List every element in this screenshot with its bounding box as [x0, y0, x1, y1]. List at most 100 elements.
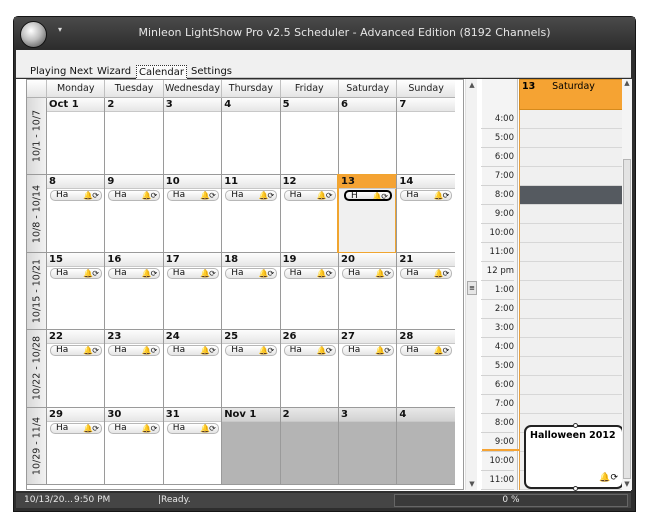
day-cell[interactable]: 3	[338, 407, 397, 485]
scroll-up-icon[interactable]: ▲	[466, 79, 478, 91]
time-slot[interactable]	[520, 262, 627, 281]
day-cell[interactable]: 30 Ha 🔔⟳	[104, 407, 163, 485]
tab-settings[interactable]: Settings	[189, 65, 234, 80]
appointment-halloween[interactable]: Ha 🔔⟳	[50, 190, 102, 202]
event-halloween-2012[interactable]: Halloween 2012 🔔⟳	[524, 423, 624, 491]
time-slot[interactable]	[520, 243, 627, 262]
day-cell[interactable]: 22 Ha 🔔⟳	[46, 330, 105, 408]
appointment-halloween[interactable]: Ha 🔔⟳	[50, 267, 102, 279]
day-cell[interactable]: 6	[338, 98, 397, 176]
day-cell[interactable]: 2	[279, 407, 338, 485]
day-cell[interactable]: 2	[104, 98, 163, 176]
time-slot[interactable]	[520, 148, 627, 167]
appointment-halloween[interactable]: Ha 🔔⟳	[166, 267, 219, 279]
time-slot[interactable]	[520, 167, 627, 186]
week-label[interactable]: 10/29 - 11/4	[27, 407, 46, 485]
scroll-thumb[interactable]	[623, 159, 631, 479]
appointment-halloween[interactable]: Ha 🔔⟳	[166, 345, 219, 357]
day-cell[interactable]: 23 Ha 🔔⟳	[104, 330, 163, 408]
week-label[interactable]: 10/22 - 10/28	[27, 330, 46, 408]
day-cell[interactable]: 16 Ha 🔔⟳	[104, 252, 163, 331]
scroll-down-icon[interactable]: ▼	[622, 480, 632, 490]
day-cell[interactable]: 27 Ha 🔔⟳	[338, 330, 397, 408]
time-slot[interactable]	[520, 338, 627, 357]
scroll-down-icon[interactable]: ▼	[466, 478, 478, 490]
day-cell[interactable]: 11 Ha 🔔⟳	[221, 175, 280, 253]
day-cell[interactable]: 15 Ha 🔔⟳	[46, 252, 105, 331]
appointment-halloween[interactable]: Ha 🔔⟳	[283, 190, 336, 202]
appointment-halloween[interactable]: Ha 🔔⟳	[342, 267, 394, 279]
day-cell[interactable]: 14 Ha 🔔⟳	[396, 175, 455, 253]
day-cell[interactable]: 19 Ha 🔔⟳	[279, 252, 338, 331]
day-cell[interactable]: 17 Ha 🔔⟳	[162, 252, 222, 331]
day-cell[interactable]: 24 Ha 🔔⟳	[162, 330, 222, 408]
time-slot[interactable]	[520, 281, 627, 300]
appointment-halloween[interactable]: Ha 🔔⟳	[400, 190, 453, 202]
appointment-halloween[interactable]: Ha 🔔⟳	[108, 345, 161, 357]
day-cell[interactable]: 26 Ha 🔔⟳	[279, 330, 338, 408]
appointment-halloween[interactable]: Ha 🔔⟳	[166, 422, 219, 434]
time-slot[interactable]	[520, 395, 627, 414]
time-slot[interactable]	[520, 357, 627, 376]
appointment-halloween[interactable]: Ha 🔔⟳	[50, 422, 102, 434]
resize-handle-top[interactable]	[573, 423, 578, 428]
day-cell[interactable]: 4	[221, 98, 280, 176]
appointment-halloween[interactable]: Ha 🔔⟳	[283, 345, 336, 357]
day-cell[interactable]: 8 Ha 🔔⟳	[46, 175, 105, 253]
appointment-halloween[interactable]: Ha 🔔⟳	[342, 345, 394, 357]
time-slot[interactable]	[520, 110, 627, 129]
day-cell[interactable]: 12 Ha 🔔⟳	[279, 175, 338, 253]
appointment-halloween[interactable]: Ha 🔔⟳	[225, 345, 278, 357]
week-range-text: 10/8 - 10/14	[31, 184, 42, 243]
week-label[interactable]: 10/8 - 10/14	[27, 175, 46, 253]
day-cell[interactable]: 3	[162, 98, 222, 176]
day-number: 10	[163, 175, 222, 190]
day-cell[interactable]: 18 Ha 🔔⟳	[221, 252, 280, 331]
day-cell[interactable]: 10 Ha 🔔⟳	[162, 175, 222, 253]
time-slot[interactable]	[520, 300, 627, 319]
day-cell[interactable]: 5	[279, 98, 338, 176]
resize-handle-bottom[interactable]	[573, 486, 578, 491]
tab-calendar[interactable]: Calendar	[136, 65, 187, 80]
day-cell[interactable]: 20 Ha 🔔⟳	[338, 252, 397, 331]
appointment-halloween[interactable]: Ha 🔔⟳	[166, 190, 219, 202]
week-label[interactable]: 10/15 - 10/21	[27, 252, 46, 331]
day-cell[interactable]: 7	[396, 98, 455, 176]
week-label[interactable]: 10/1 - 10/7	[27, 98, 46, 176]
day-number: 7	[397, 98, 455, 112]
time-slot[interactable]	[520, 224, 627, 243]
tab-playing-next[interactable]: Playing Next	[28, 65, 95, 80]
time-slot[interactable]	[520, 129, 627, 148]
time-slot[interactable]	[520, 376, 627, 395]
time-slot[interactable]	[520, 319, 627, 338]
appointment-halloween[interactable]: Ha 🔔⟳	[225, 190, 278, 202]
day-cell[interactable]: Oct 1	[46, 98, 105, 176]
scroll-up-icon[interactable]: ▲	[622, 79, 632, 89]
day-cell[interactable]: 21 Ha 🔔⟳	[396, 252, 455, 331]
day-name-header: Tuesday	[104, 80, 163, 98]
day-scrollbar[interactable]: ▲ ▼	[622, 79, 632, 490]
appointment-halloween[interactable]: Ha 🔔⟳	[108, 190, 161, 202]
scroll-thumb[interactable]: ≡	[467, 281, 477, 295]
appointment-halloween[interactable]: H 🔔⟳	[344, 190, 392, 202]
appointment-halloween[interactable]: Ha 🔔⟳	[225, 267, 278, 279]
appointment-halloween[interactable]: Ha 🔔⟳	[400, 345, 453, 357]
day-cell[interactable]: 28 Ha 🔔⟳	[396, 330, 455, 408]
tab-wizard[interactable]: Wizard	[95, 65, 133, 80]
day-cell[interactable]: 13 H 🔔⟳	[336, 174, 398, 254]
day-cell[interactable]: 29 Ha 🔔⟳	[46, 407, 105, 485]
appointment-halloween[interactable]: Ha 🔔⟳	[108, 267, 161, 279]
appointment-halloween[interactable]: Ha 🔔⟳	[50, 345, 102, 357]
month-scrollbar[interactable]: ▲ ≡ ▼	[465, 79, 477, 490]
day-cell[interactable]: 31 Ha 🔔⟳	[162, 407, 222, 485]
appointment-halloween[interactable]: Ha 🔔⟳	[400, 267, 453, 279]
appointment-label: Ha	[172, 267, 186, 278]
time-slot[interactable]	[520, 205, 627, 224]
day-cell[interactable]: 25 Ha 🔔⟳	[221, 330, 280, 408]
time-slot[interactable]	[520, 186, 627, 205]
day-cell[interactable]: 9 Ha 🔔⟳	[104, 175, 163, 253]
day-cell[interactable]: 4	[396, 407, 455, 485]
appointment-halloween[interactable]: Ha 🔔⟳	[108, 422, 161, 434]
appointment-halloween[interactable]: Ha 🔔⟳	[283, 267, 336, 279]
day-cell[interactable]: Nov 1	[221, 407, 280, 485]
